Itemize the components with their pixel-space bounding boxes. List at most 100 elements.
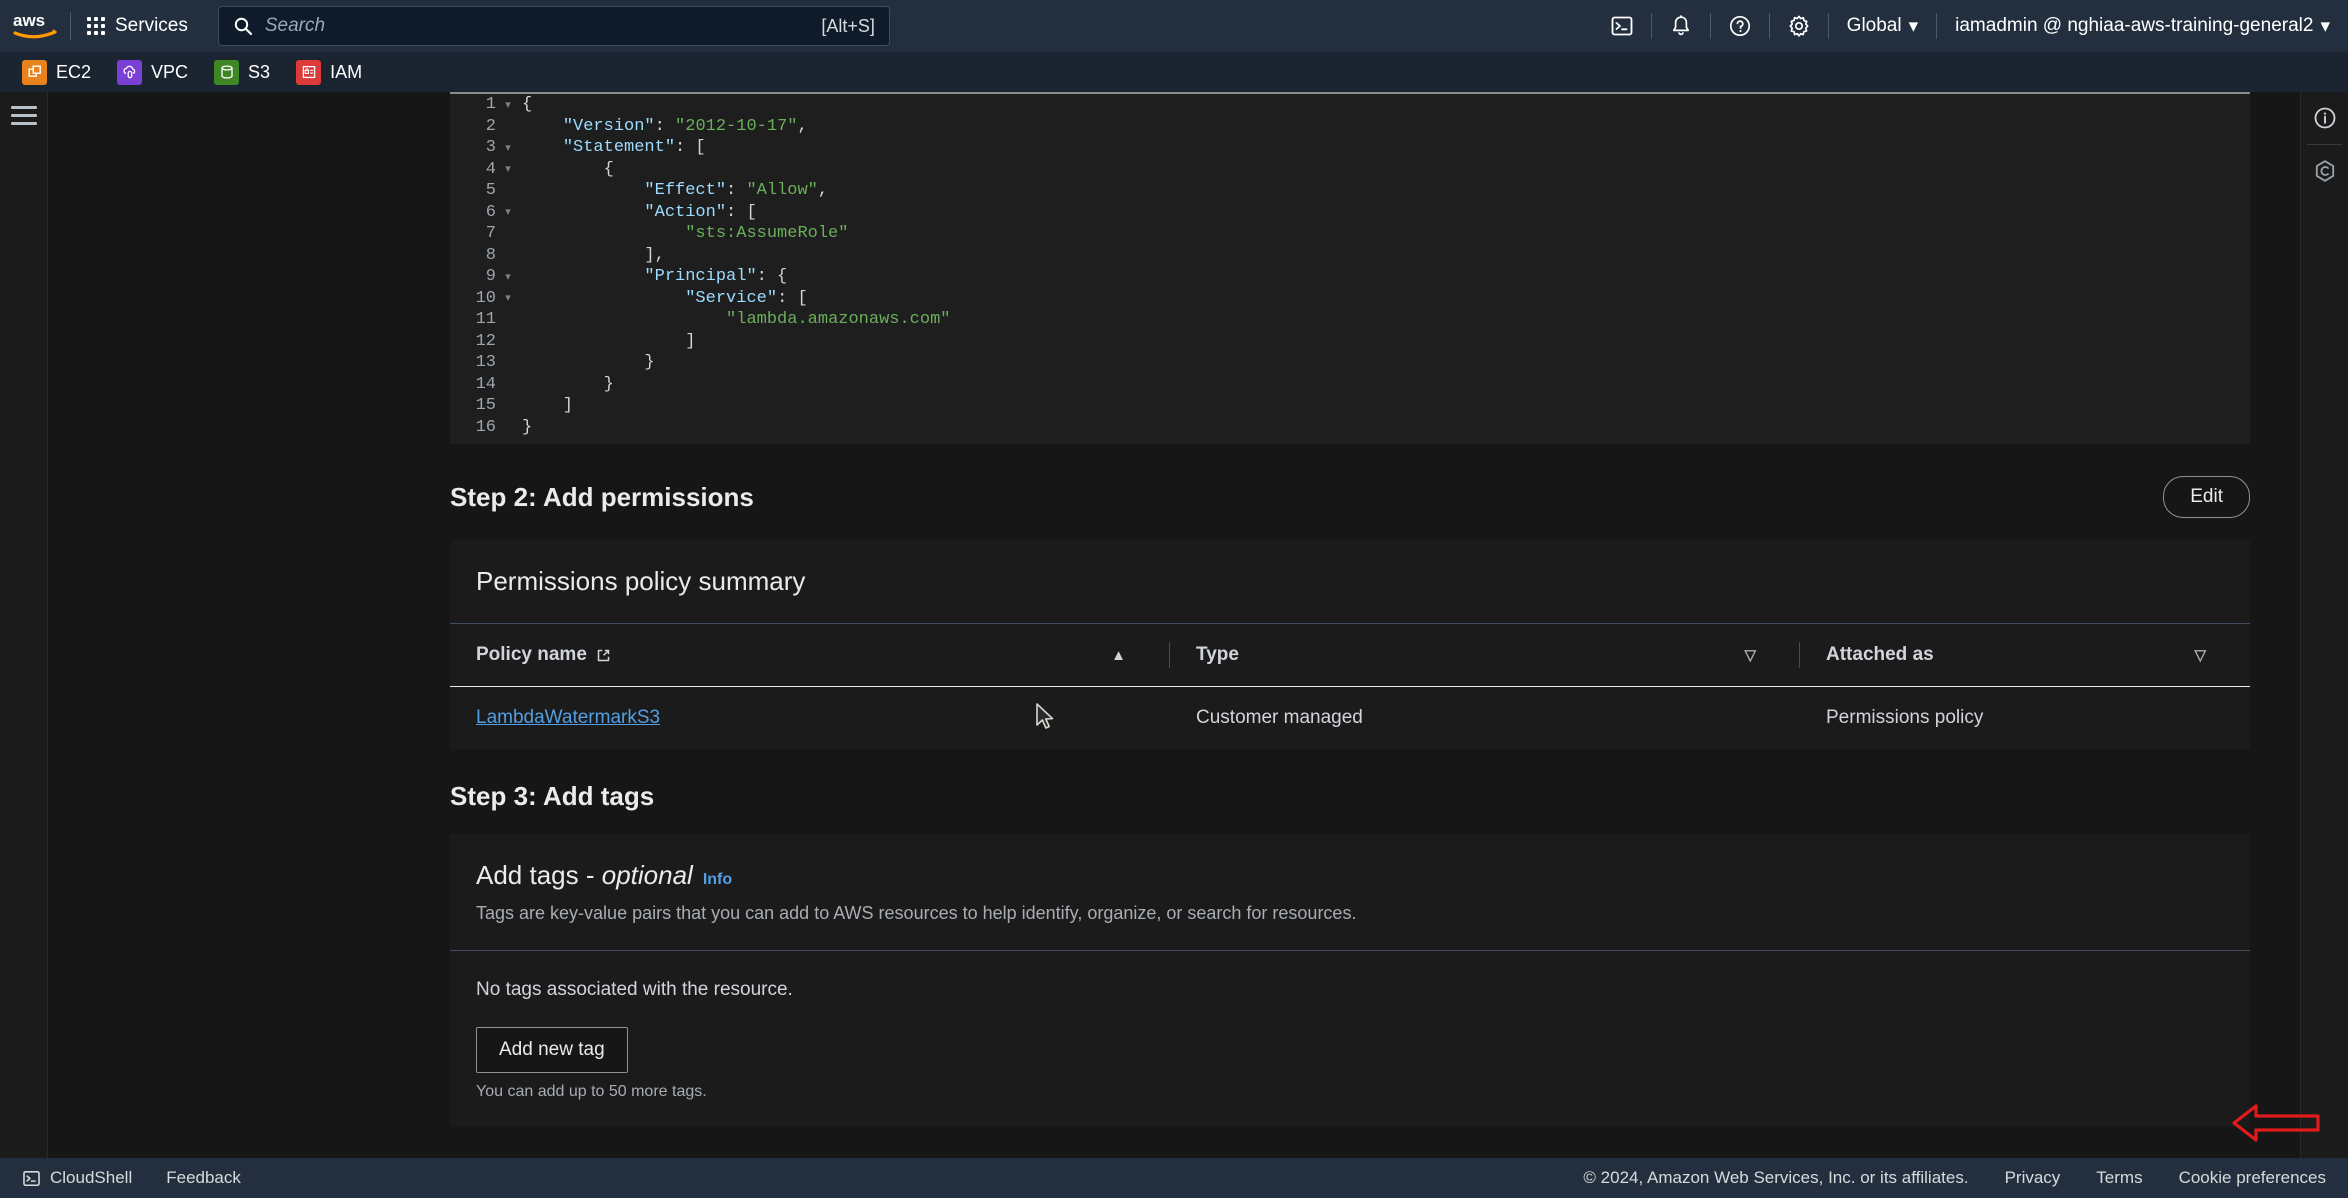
step3-title: Step 3: Add tags bbox=[450, 781, 655, 811]
column-label: Type bbox=[1196, 644, 1239, 665]
code-line: 16} bbox=[450, 417, 2250, 439]
page-footer: CloudShell Feedback © 2024, Amazon Web S… bbox=[0, 1158, 2348, 1198]
code-line: 2 "Version": "2012-10-17", bbox=[450, 116, 2250, 138]
code-text: ] bbox=[522, 331, 696, 351]
add-tags-description: Tags are key-value pairs that you can ad… bbox=[476, 903, 1357, 923]
code-text: "Statement": [ bbox=[562, 138, 706, 158]
step2-edit-button[interactable]: Edit bbox=[2163, 476, 2250, 518]
code-text: "Action": [ bbox=[644, 202, 757, 222]
shortcut-ec2[interactable]: EC2 bbox=[22, 59, 91, 85]
shortcut-label: VPC bbox=[151, 61, 189, 82]
svg-text:aws: aws bbox=[13, 11, 45, 30]
code-line: 1 ▾ { bbox=[450, 94, 2250, 116]
notifications-button[interactable] bbox=[1652, 0, 1710, 52]
permissions-policy-summary-title: Permissions policy summary bbox=[476, 566, 806, 596]
add-tags-section-title: Add tags - optional Info bbox=[450, 834, 2250, 897]
policy-name-link[interactable]: LambdaWatermarkS3 bbox=[476, 707, 660, 728]
code-line: 12 ] bbox=[450, 331, 2250, 353]
account-menu[interactable]: iamadmin @ nghiaa-aws-training-general2 … bbox=[1937, 0, 2348, 52]
info-link[interactable]: Info bbox=[703, 871, 732, 888]
top-navigation-bar: aws Services Search [Alt+S] Global ▾ iam… bbox=[0, 0, 2348, 52]
gear-icon bbox=[1789, 15, 1809, 37]
code-text: } bbox=[522, 353, 655, 373]
shortcut-vpc[interactable]: VPC bbox=[117, 59, 189, 85]
code-line: 3 ▾ "Statement": [ bbox=[450, 137, 2250, 159]
bell-icon bbox=[1672, 15, 1689, 36]
cloudshell-button[interactable] bbox=[1593, 0, 1651, 52]
cloudshell-icon bbox=[23, 1170, 40, 1186]
column-header-policy-name[interactable]: Policy name ▲ bbox=[450, 624, 1170, 687]
line-number: 6 bbox=[485, 202, 496, 222]
privacy-link[interactable]: Privacy bbox=[2005, 1168, 2061, 1188]
footer-feedback-button[interactable]: Feedback bbox=[166, 1168, 241, 1188]
code-text: ] bbox=[522, 396, 574, 416]
fold-toggle-icon[interactable]: ▾ bbox=[500, 98, 516, 112]
aws-q-button[interactable] bbox=[2301, 145, 2348, 197]
vpc-icon bbox=[117, 59, 143, 85]
global-search-bar[interactable]: Search [Alt+S] bbox=[217, 6, 890, 46]
code-text: "Effect": "Allow", bbox=[644, 181, 829, 201]
add-tags-optional-label: optional bbox=[601, 860, 693, 890]
iam-icon bbox=[296, 59, 322, 85]
footer-cloudshell-button[interactable]: CloudShell bbox=[22, 1168, 132, 1188]
right-rail bbox=[2300, 92, 2348, 1172]
line-number: 4 bbox=[485, 159, 496, 179]
shortcut-s3[interactable]: S3 bbox=[214, 59, 270, 85]
aws-q-icon bbox=[2315, 160, 2335, 182]
cookie-preferences-link[interactable]: Cookie preferences bbox=[2179, 1168, 2326, 1188]
step3-header: Step 3: Add tags bbox=[450, 781, 2250, 812]
code-line: 14 } bbox=[450, 374, 2250, 396]
fold-toggle-icon[interactable]: ▾ bbox=[500, 291, 516, 305]
line-number: 14 bbox=[475, 374, 496, 394]
column-header-type[interactable]: Type ▽ bbox=[1170, 624, 1800, 687]
fold-toggle-icon[interactable]: ▾ bbox=[500, 162, 516, 176]
help-button[interactable] bbox=[1711, 0, 1769, 52]
left-rail bbox=[0, 92, 48, 1172]
cloudshell-icon bbox=[1611, 16, 1633, 36]
shortcut-label: IAM bbox=[330, 61, 363, 82]
column-label: Attached as bbox=[1826, 644, 1934, 665]
services-menu-button[interactable]: Services bbox=[71, 6, 204, 46]
shortcut-iam[interactable]: IAM bbox=[296, 59, 363, 85]
code-text: "Service": [ bbox=[685, 288, 808, 308]
cell-attached-as: Permissions policy bbox=[1826, 707, 1984, 728]
info-panel-button[interactable] bbox=[2301, 92, 2348, 144]
sort-ascending-icon[interactable]: ▲ bbox=[1111, 647, 1126, 664]
sort-descending-icon[interactable]: ▽ bbox=[1744, 646, 1756, 664]
code-line: 6 ▾ "Action": [ bbox=[450, 202, 2250, 224]
feedback-label: Feedback bbox=[166, 1168, 241, 1187]
account-label: iamadmin @ nghiaa-aws-training-general2 bbox=[1955, 15, 2314, 36]
line-number: 12 bbox=[475, 331, 496, 351]
code-line: 5 "Effect": "Allow", bbox=[450, 180, 2250, 202]
code-line: 11 "lambda.amazonaws.com" bbox=[450, 309, 2250, 331]
code-line: 9 ▾ "Principal": { bbox=[450, 266, 2250, 288]
service-shortcuts-bar: EC2 VPC S3 IAM bbox=[0, 52, 2348, 92]
line-number: 1 bbox=[485, 95, 496, 115]
grid-icon bbox=[87, 17, 105, 35]
region-selector[interactable]: Global ▾ bbox=[1829, 0, 1936, 52]
permissions-policy-table: Policy name ▲ Type ▽ Attached as ▽ Lambd… bbox=[450, 624, 2250, 749]
settings-button[interactable] bbox=[1770, 0, 1828, 52]
fold-toggle-icon[interactable]: ▾ bbox=[500, 141, 516, 155]
search-shortcut-hint: [Alt+S] bbox=[821, 15, 875, 36]
fold-toggle-icon[interactable]: ▾ bbox=[500, 205, 516, 219]
line-number: 5 bbox=[485, 181, 496, 201]
line-number: 10 bbox=[475, 288, 496, 308]
fold-toggle-icon[interactable]: ▾ bbox=[500, 270, 516, 284]
line-number: 3 bbox=[485, 138, 496, 158]
chevron-down-icon: ▾ bbox=[1908, 15, 1919, 37]
column-label: Policy name bbox=[476, 644, 587, 665]
add-new-tag-button[interactable]: Add new tag bbox=[476, 1027, 628, 1073]
trust-policy-json-editor[interactable]: 1 ▾{2 "Version": "2012-10-17", 3 ▾ "Stateme… bbox=[450, 92, 2250, 444]
hamburger-menu-icon[interactable] bbox=[11, 106, 37, 130]
cell-type: Customer managed bbox=[1196, 707, 1363, 728]
aws-logo[interactable]: aws bbox=[0, 0, 70, 52]
code-text: } bbox=[522, 374, 614, 394]
cloudshell-label: CloudShell bbox=[50, 1168, 133, 1187]
code-text: ], bbox=[522, 245, 665, 265]
search-input[interactable]: Search bbox=[265, 15, 809, 37]
sort-descending-icon[interactable]: ▽ bbox=[2194, 646, 2206, 664]
terms-link[interactable]: Terms bbox=[2096, 1168, 2142, 1188]
column-header-attached-as[interactable]: Attached as ▽ bbox=[1800, 624, 2250, 687]
code-text: } bbox=[522, 417, 533, 437]
